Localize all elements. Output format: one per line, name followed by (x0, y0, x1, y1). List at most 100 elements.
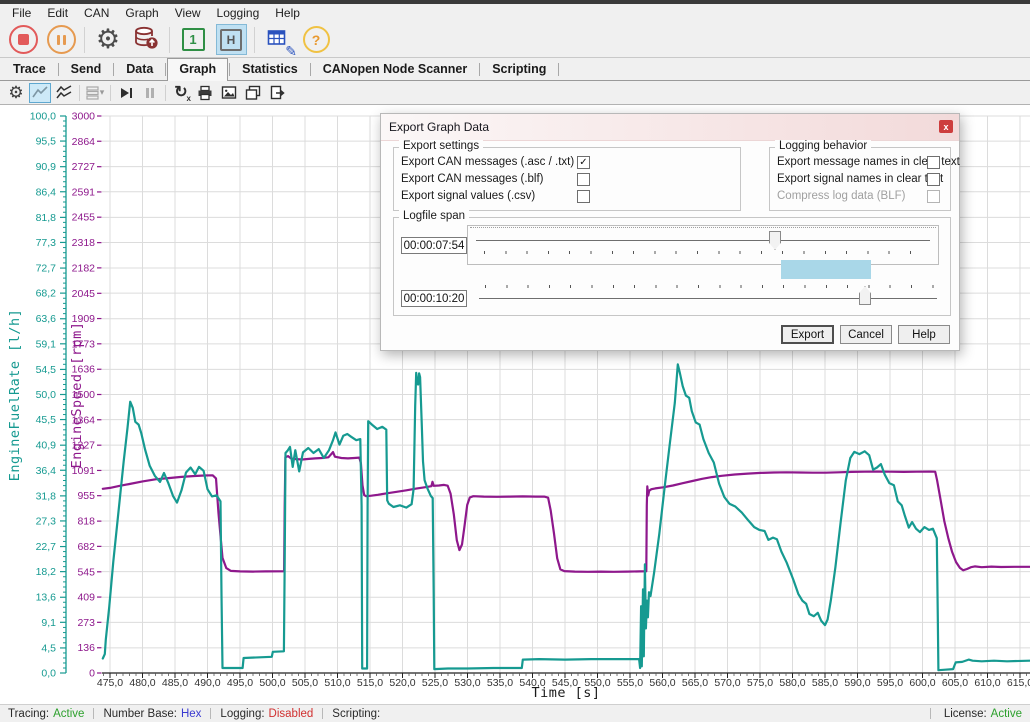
image-icon (221, 85, 237, 100)
tab-canopen-node-scanner[interactable]: CANopen Node Scanner (312, 59, 478, 80)
svg-text:13,6: 13,6 (36, 592, 57, 604)
svg-text:505,0: 505,0 (292, 677, 318, 689)
tab-bar: Trace Send Data Graph Statistics CANopen… (0, 58, 1030, 81)
y-axis-right: 0136273409545682818955109112271364150016… (69, 111, 102, 680)
pause-button[interactable] (45, 24, 77, 56)
help-button[interactable]: ? (300, 24, 332, 56)
menu-view[interactable]: View (167, 5, 209, 21)
main-toolbar: ⚙ 1 H (0, 22, 1030, 58)
checkbox-export-csv[interactable] (577, 190, 590, 203)
svg-text:818: 818 (77, 516, 95, 528)
print-button[interactable] (194, 83, 216, 103)
menu-graph[interactable]: Graph (117, 5, 166, 21)
svg-text:59,1: 59,1 (36, 338, 57, 350)
status-logging-value: Disabled (269, 708, 314, 720)
checkbox-signal-names[interactable] (927, 173, 940, 186)
slider-ticks (485, 285, 935, 288)
cancel-button[interactable]: Cancel (840, 325, 892, 344)
help-button[interactable]: Help (898, 325, 950, 344)
settings-button[interactable]: ⚙ (92, 24, 124, 56)
checkbox-export-blf[interactable] (577, 173, 590, 186)
svg-text:77,3: 77,3 (36, 237, 57, 249)
slider-ticks (484, 251, 922, 254)
menu-help[interactable]: Help (267, 5, 308, 21)
dialog-title-bar[interactable]: Export Graph Data x (381, 114, 959, 141)
slider-track[interactable] (476, 240, 930, 241)
svg-text:0: 0 (89, 668, 95, 680)
save-image-button[interactable] (218, 83, 240, 103)
svg-text:2591: 2591 (72, 186, 96, 198)
play-button[interactable] (115, 83, 137, 103)
span-start-thumb[interactable] (769, 231, 781, 250)
pause-icon (144, 86, 156, 100)
option-label: Export signal values (.csv) (401, 190, 535, 202)
export-page-icon (269, 85, 285, 101)
svg-text:575,0: 575,0 (747, 677, 773, 689)
reset-time-button[interactable]: ↻ x (170, 83, 192, 103)
database-upload-button[interactable] (130, 24, 162, 56)
status-number-base-value: Hex (181, 708, 201, 720)
line-graph-button[interactable] (29, 83, 51, 103)
checkbox-export-asc-txt[interactable]: ✓ (577, 156, 590, 169)
signal-curves-button[interactable] (53, 83, 75, 103)
span-start-slider[interactable] (467, 225, 939, 265)
svg-text:40,9: 40,9 (36, 440, 57, 452)
svg-text:9,1: 9,1 (41, 617, 56, 629)
svg-text:585,0: 585,0 (812, 677, 838, 689)
toolbar-separator (84, 27, 85, 53)
numeric-display-button[interactable]: 1 (177, 24, 209, 56)
svg-text:90,9: 90,9 (36, 161, 57, 173)
svg-text:22,7: 22,7 (36, 541, 57, 553)
svg-text:525,0: 525,0 (422, 677, 448, 689)
svg-text:615,0: 615,0 (1007, 677, 1030, 689)
pause-playback-button[interactable] (139, 83, 161, 103)
option-label: Compress log data (BLF) (777, 190, 905, 202)
svg-text:2318: 2318 (72, 237, 96, 249)
menu-can[interactable]: CAN (76, 5, 117, 21)
svg-text:Time [s]: Time [s] (531, 685, 600, 701)
status-license-value: Active (991, 708, 1022, 720)
svg-text:595,0: 595,0 (877, 677, 903, 689)
tab-graph[interactable]: Graph (167, 58, 228, 81)
span-start-field[interactable]: 00:00:07:54 (401, 237, 467, 254)
span-highlight (781, 260, 871, 279)
menu-logging[interactable]: Logging (209, 5, 268, 21)
export-button[interactable]: Export (781, 325, 834, 344)
svg-text:580,0: 580,0 (779, 677, 805, 689)
help-icon: ? (303, 26, 330, 53)
graph-settings-button[interactable]: ⚙ (5, 83, 27, 103)
svg-text:4,5: 4,5 (41, 642, 56, 654)
pencil-icon: ✎ (285, 43, 297, 60)
menu-edit[interactable]: Edit (39, 5, 76, 21)
svg-text:682: 682 (77, 541, 95, 553)
svg-text:27,3: 27,3 (36, 515, 57, 527)
svg-text:2182: 2182 (72, 262, 96, 274)
tab-trace[interactable]: Trace (2, 59, 57, 80)
toolbar-separator (169, 27, 170, 53)
svg-text:2727: 2727 (72, 161, 96, 173)
pause-icon (47, 25, 76, 54)
copy-images-button[interactable] (242, 83, 264, 103)
hex-display-button[interactable]: H (215, 24, 247, 56)
menu-file[interactable]: File (4, 5, 39, 21)
stop-button[interactable] (7, 24, 39, 56)
tab-send[interactable]: Send (60, 59, 113, 80)
tab-scripting[interactable]: Scripting (481, 59, 557, 80)
svg-text:535,0: 535,0 (487, 677, 513, 689)
checkbox-message-names[interactable] (927, 156, 940, 169)
message-editor-button[interactable]: ✎ (262, 24, 294, 56)
export-data-button[interactable] (266, 83, 288, 103)
svg-text:18,2: 18,2 (36, 566, 57, 578)
option-label: Export CAN messages (.blf) (401, 173, 544, 185)
x-axis: 475,0480,0485,0490,0495,0500,0505,0510,0… (97, 673, 1030, 701)
list-view-button[interactable]: ▾ (84, 83, 106, 103)
svg-text:2864: 2864 (72, 136, 96, 148)
tab-statistics[interactable]: Statistics (231, 59, 309, 80)
tab-data[interactable]: Data (115, 59, 164, 80)
close-icon[interactable]: x (939, 120, 953, 133)
span-end-field[interactable]: 00:00:10:20 (401, 290, 467, 307)
svg-text:0,0: 0,0 (41, 668, 56, 680)
database-upload-icon (133, 25, 159, 54)
check-icon: ✓ (579, 158, 587, 168)
checkbox-compress-blf[interactable] (927, 190, 940, 203)
